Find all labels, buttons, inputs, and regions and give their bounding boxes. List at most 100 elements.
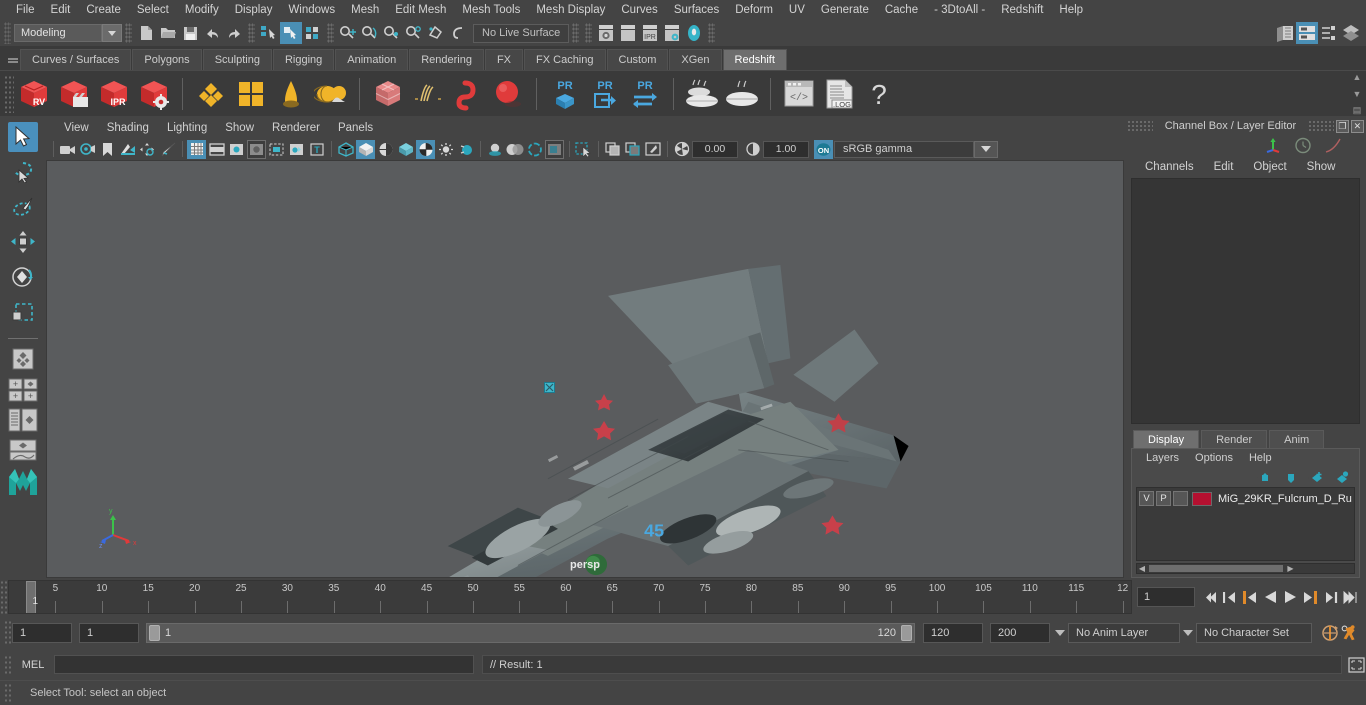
- shadows-icon[interactable]: [485, 140, 504, 159]
- range-slider-left-handle[interactable]: [149, 625, 160, 641]
- menu-edit-mesh[interactable]: Edit Mesh: [387, 0, 454, 20]
- shelf-tab-fx[interactable]: FX: [484, 49, 524, 70]
- open-scene-button[interactable]: [157, 22, 179, 44]
- range-slider-grip[interactable]: [4, 620, 12, 646]
- layer-color-swatch[interactable]: [1192, 491, 1212, 506]
- shaded-wireframe-icon[interactable]: [376, 140, 395, 159]
- ambient-occlusion-icon[interactable]: [505, 140, 524, 159]
- shelf-tab-rendering[interactable]: Rendering: [409, 49, 484, 70]
- menu-windows[interactable]: Windows: [280, 0, 343, 20]
- redshift-hair-icon[interactable]: [408, 74, 448, 114]
- viewport-menu-renderer[interactable]: Renderer: [263, 122, 329, 134]
- bookmark-icon[interactable]: [98, 140, 117, 159]
- color-profile-field[interactable]: sRGB gamma: [834, 140, 974, 158]
- snap-to-curve-button[interactable]: [359, 22, 381, 44]
- redshift-bake-set-icon[interactable]: [682, 74, 722, 114]
- menu-cache[interactable]: Cache: [877, 0, 926, 20]
- toolbar-grip-6[interactable]: [708, 23, 716, 43]
- command-language-label[interactable]: MEL: [12, 659, 54, 671]
- open-outliner-button[interactable]: [1274, 22, 1296, 44]
- step-forward-key-button[interactable]: [1320, 586, 1340, 608]
- menu-deform[interactable]: Deform: [727, 0, 781, 20]
- time-slider-grip[interactable]: [0, 580, 8, 614]
- layer-tab-display[interactable]: Display: [1133, 430, 1200, 448]
- grease-pencil-icon[interactable]: [158, 140, 177, 159]
- anim-layer-selector[interactable]: No Anim Layer: [1068, 623, 1180, 643]
- redshift-ipr-icon[interactable]: IPR: [94, 74, 134, 114]
- render-current-frame-button[interactable]: [595, 22, 617, 44]
- axis-indicator-icon[interactable]: [1264, 137, 1282, 153]
- menu-redshift[interactable]: Redshift: [993, 0, 1051, 20]
- scroll-right-icon[interactable]: ▶: [1285, 564, 1295, 573]
- all-lights-icon[interactable]: [456, 140, 475, 159]
- menu-3dtoall[interactable]: - 3DtoAll -: [926, 0, 993, 20]
- shelf-scroll-down-icon[interactable]: ▼: [1353, 89, 1362, 99]
- viewport-menu-shading[interactable]: Shading: [98, 122, 158, 134]
- status-line-grip[interactable]: [4, 22, 11, 44]
- shelf-tab-rigging[interactable]: Rigging: [272, 49, 335, 70]
- redshift-log-icon[interactable]: .LOG: [819, 74, 859, 114]
- menu-set-selector[interactable]: Modeling: [14, 24, 102, 42]
- menu-help[interactable]: Help: [1051, 0, 1091, 20]
- redshift-proxy-export-icon[interactable]: PR: [545, 74, 585, 114]
- layer-tab-anim[interactable]: Anim: [1269, 430, 1325, 448]
- paint-select-tool[interactable]: [8, 192, 38, 222]
- layer-list-horizontal-scrollbar[interactable]: ◀ ▶: [1136, 563, 1355, 574]
- ipr-render-button[interactable]: IPR: [639, 22, 661, 44]
- make-live-button[interactable]: [447, 22, 469, 44]
- shelf-tab-xgen[interactable]: XGen: [669, 49, 722, 70]
- viewport-menu-view[interactable]: View: [55, 122, 98, 134]
- select-by-component-type-button[interactable]: [302, 22, 324, 44]
- menu-curves[interactable]: Curves: [613, 0, 665, 20]
- undo-button[interactable]: [201, 22, 223, 44]
- menu-set-dropdown-arrow[interactable]: [102, 24, 122, 42]
- shelf-tab-curves-surfaces[interactable]: Curves / Surfaces: [20, 49, 132, 70]
- playback-end-time-field[interactable]: 120: [923, 623, 983, 643]
- camera-attributes-icon[interactable]: [78, 140, 97, 159]
- color-management-toggle[interactable]: ON: [814, 139, 833, 159]
- script-editor-button[interactable]: [1346, 655, 1366, 675]
- redshift-area-light-icon[interactable]: [231, 74, 271, 114]
- layer-menu-help[interactable]: Help: [1241, 452, 1280, 464]
- menu-edit[interactable]: Edit: [43, 0, 79, 20]
- anim-end-time-field[interactable]: 200: [990, 623, 1050, 643]
- grid-toggle-icon[interactable]: [187, 139, 206, 159]
- lasso-select-tool[interactable]: [8, 157, 38, 187]
- panel-grip[interactable]: [1127, 120, 1153, 132]
- redshift-dome-light-icon[interactable]: [311, 74, 351, 114]
- layer-tab-render[interactable]: Render: [1201, 430, 1268, 448]
- shelf-grip[interactable]: [4, 74, 14, 113]
- color-profile-dropdown-arrow[interactable]: [974, 140, 998, 158]
- move-layer-down-icon[interactable]: [1281, 471, 1297, 484]
- toolbar-grip-1[interactable]: [125, 23, 132, 43]
- animation-preferences-button[interactable]: [1340, 622, 1360, 644]
- motion-blur-icon[interactable]: [545, 139, 564, 159]
- layer-shading-toggle[interactable]: [1173, 491, 1188, 506]
- two-d-pan-zoom-icon[interactable]: [138, 140, 157, 159]
- live-surface-field[interactable]: No Live Surface: [473, 23, 570, 43]
- snap-to-point-button[interactable]: [381, 22, 403, 44]
- current-time-field[interactable]: 1: [1137, 587, 1195, 607]
- viewport-menu-panels[interactable]: Panels: [329, 122, 382, 134]
- gamma-icon[interactable]: [743, 140, 762, 159]
- snap-to-view-plane-button[interactable]: [425, 22, 447, 44]
- menu-mesh-tools[interactable]: Mesh Tools: [454, 0, 528, 20]
- redshift-render-settings-icon[interactable]: [134, 74, 174, 114]
- image-plane-icon[interactable]: [118, 140, 137, 159]
- perspective-viewport[interactable]: 45 y x z persp: [46, 160, 1124, 578]
- menu-select[interactable]: Select: [129, 0, 177, 20]
- playback-start-time-field[interactable]: 1: [79, 623, 139, 643]
- selection-handle[interactable]: [544, 382, 555, 393]
- new-scene-button[interactable]: [135, 22, 157, 44]
- exposure-gate-icon[interactable]: [267, 140, 286, 159]
- open-modeling-toolkit-button[interactable]: [1340, 22, 1362, 44]
- paste-view-icon[interactable]: [623, 140, 642, 159]
- layout-persp-graph-button[interactable]: [6, 437, 40, 463]
- shelf-scroll-controls[interactable]: ▲ ▼ ▤: [1350, 73, 1364, 115]
- scale-tool[interactable]: [8, 297, 38, 327]
- redo-previous-render-button[interactable]: [617, 22, 639, 44]
- snapshot-view-icon[interactable]: [643, 140, 662, 159]
- use-default-lighting-icon[interactable]: [436, 140, 455, 159]
- range-slider[interactable]: 1 120: [146, 623, 915, 643]
- redshift-render-sequence-icon[interactable]: [54, 74, 94, 114]
